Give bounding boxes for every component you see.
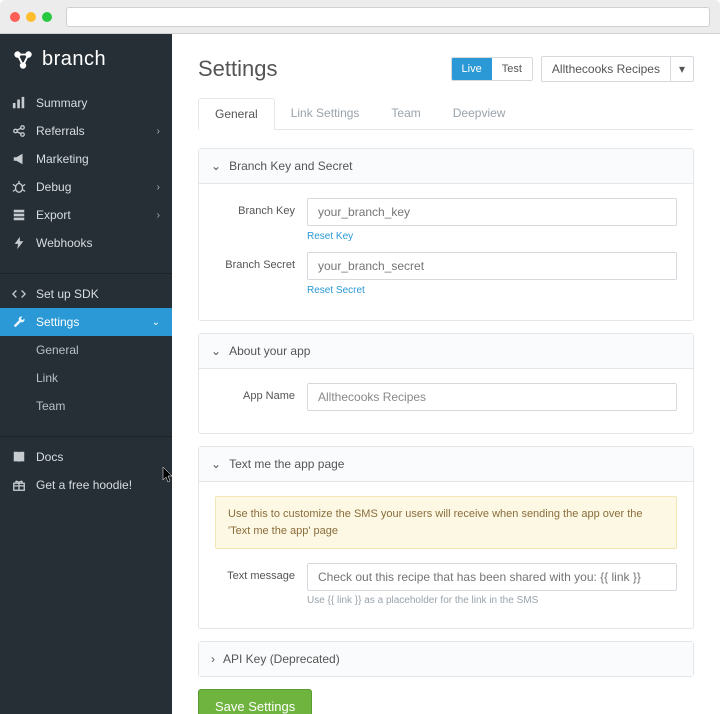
text-msg-label: Text message (215, 563, 295, 582)
chevron-down-icon: ⌄ (211, 159, 221, 173)
panel-branch-key: ⌄ Branch Key and Secret Branch Key Reset… (198, 148, 694, 321)
text-me-notice: Use this to customize the SMS your users… (215, 496, 677, 549)
text-msg-hint: Use {{ link }} as a placeholder for the … (307, 595, 677, 606)
sidebar-item-sdk[interactable]: Set up SDK (0, 280, 172, 308)
sidebar-item-debug[interactable]: Debug › (0, 173, 172, 201)
brand-logo[interactable]: branch (0, 34, 172, 89)
sidebar-sub-team[interactable]: Team (0, 392, 172, 420)
settings-tabs: General Link Settings Team Deepview (198, 98, 694, 130)
nav-label: Set up SDK (36, 287, 99, 301)
sidebar: branch Summary Referrals › Marketing Deb… (0, 34, 172, 714)
panel-title: Branch Key and Secret (229, 159, 352, 173)
app-name-input[interactable] (307, 383, 677, 411)
nav-label: Summary (36, 96, 87, 110)
nav-help: Docs Get a free hoodie! (0, 443, 172, 509)
panel-branch-key-head[interactable]: ⌄ Branch Key and Secret (199, 149, 693, 184)
tab-team[interactable]: Team (375, 98, 436, 129)
sidebar-sub-link[interactable]: Link (0, 364, 172, 392)
sidebar-sub-general[interactable]: General (0, 336, 172, 364)
app-switcher[interactable]: Allthecooks Recipes ▾ (541, 56, 694, 82)
panel-api-key-head[interactable]: › API Key (Deprecated) (199, 642, 693, 676)
window-min-button[interactable] (26, 12, 36, 22)
chevron-right-icon: › (157, 182, 160, 193)
divider (0, 436, 172, 437)
chevron-right-icon: › (157, 126, 160, 137)
code-icon (12, 287, 26, 301)
nav-label: Export (36, 208, 71, 222)
sidebar-item-marketing[interactable]: Marketing (0, 145, 172, 173)
sidebar-item-webhooks[interactable]: Webhooks (0, 229, 172, 257)
branch-key-label: Branch Key (215, 198, 295, 217)
panel-about: ⌄ About your app App Name (198, 333, 694, 434)
reset-key-link[interactable]: Reset Key (307, 231, 353, 242)
sidebar-item-referrals[interactable]: Referrals › (0, 117, 172, 145)
sidebar-item-docs[interactable]: Docs (0, 443, 172, 471)
toggle-test[interactable]: Test (492, 58, 532, 80)
text-msg-input[interactable] (307, 563, 677, 591)
content-area: Settings Live Test Allthecooks Recipes ▾… (172, 34, 720, 714)
sidebar-item-summary[interactable]: Summary (0, 89, 172, 117)
brand-name: branch (42, 48, 106, 71)
tab-general[interactable]: General (198, 98, 275, 130)
nav-label: Marketing (36, 152, 89, 166)
sidebar-item-export[interactable]: Export › (0, 201, 172, 229)
window-max-button[interactable] (42, 12, 52, 22)
bolt-icon (12, 236, 26, 250)
chevron-down-icon: ⌄ (152, 317, 160, 328)
share-icon (12, 124, 26, 138)
reset-secret-link[interactable]: Reset Secret (307, 285, 365, 296)
app-switcher-name: Allthecooks Recipes (542, 57, 670, 81)
bar-chart-icon (12, 96, 26, 110)
bug-icon (12, 180, 26, 194)
panel-about-head[interactable]: ⌄ About your app (199, 334, 693, 369)
page-title: Settings (198, 56, 278, 82)
branch-key-input[interactable] (307, 198, 677, 226)
url-bar[interactable] (66, 7, 710, 27)
chevron-down-icon: ⌄ (211, 457, 221, 471)
nav-label: Referrals (36, 124, 85, 138)
nav-config: Set up SDK Settings ⌄ General Link Team (0, 280, 172, 430)
sidebar-item-settings[interactable]: Settings ⌄ (0, 308, 172, 336)
nav-label: Settings (36, 315, 79, 329)
tab-link-settings[interactable]: Link Settings (275, 98, 376, 129)
panel-title: API Key (Deprecated) (223, 652, 340, 666)
book-icon (12, 450, 26, 464)
chevron-down-icon: ⌄ (211, 344, 221, 358)
panel-title: About your app (229, 344, 310, 358)
env-toggle: Live Test (451, 57, 533, 81)
toggle-live[interactable]: Live (452, 58, 492, 80)
chevron-right-icon: › (157, 210, 160, 221)
nav-main: Summary Referrals › Marketing Debug › Ex… (0, 89, 172, 267)
branch-logo-icon (12, 49, 34, 71)
browser-chrome (0, 0, 720, 34)
panel-text-me: ⌄ Text me the app page Use this to custo… (198, 446, 694, 629)
panel-api-key: › API Key (Deprecated) (198, 641, 694, 677)
wrench-icon (12, 315, 26, 329)
nav-label: Docs (36, 450, 63, 464)
nav-label: Webhooks (36, 236, 92, 250)
chevron-right-icon: › (211, 652, 215, 666)
app-name-label: App Name (215, 383, 295, 402)
branch-secret-input[interactable] (307, 252, 677, 280)
caret-down-icon: ▾ (670, 57, 693, 81)
layers-icon (12, 208, 26, 222)
panel-text-me-head[interactable]: ⌄ Text me the app page (199, 447, 693, 482)
nav-label: Debug (36, 180, 71, 194)
nav-label: Get a free hoodie! (36, 478, 132, 492)
window-close-button[interactable] (10, 12, 20, 22)
divider (0, 273, 172, 274)
sidebar-item-hoodie[interactable]: Get a free hoodie! (0, 471, 172, 499)
tab-deepview[interactable]: Deepview (437, 98, 522, 129)
branch-secret-label: Branch Secret (215, 252, 295, 271)
panel-title: Text me the app page (229, 457, 344, 471)
save-button[interactable]: Save Settings (198, 689, 312, 714)
gift-icon (12, 478, 26, 492)
megaphone-icon (12, 152, 26, 166)
